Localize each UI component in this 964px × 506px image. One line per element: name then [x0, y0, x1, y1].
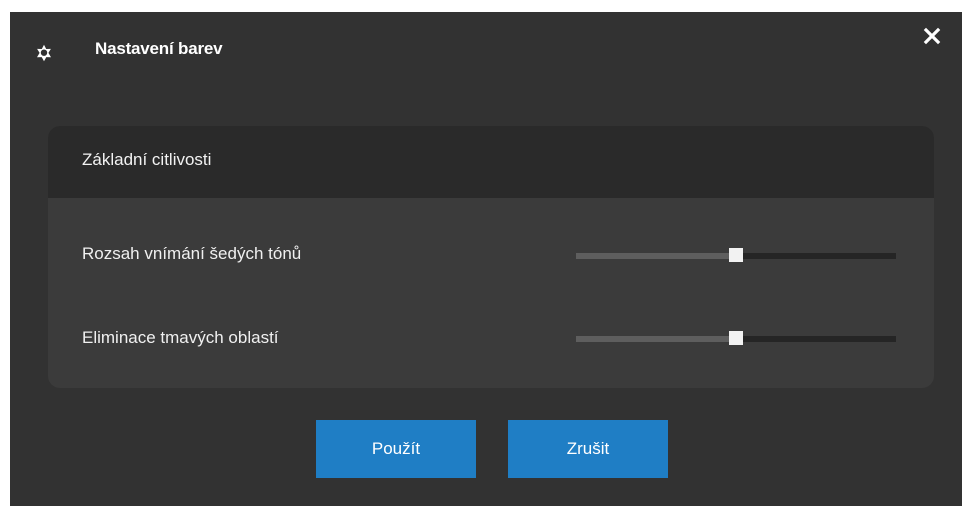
slider-fill [576, 336, 736, 342]
close-button[interactable] [920, 24, 946, 50]
grey-tone-range-slider[interactable] [576, 248, 896, 264]
group-header: Základní citlivosti [48, 126, 934, 198]
basic-sensitivity-group: Základní citlivosti Rozsah vnímání šedýc… [48, 126, 934, 388]
apply-button[interactable]: Použít [316, 420, 476, 478]
dialog-title: Nastavení barev [95, 39, 223, 58]
cancel-button[interactable]: Zrušit [508, 420, 668, 478]
slider-fill [576, 253, 736, 259]
close-icon [923, 27, 941, 45]
slider-thumb[interactable] [729, 248, 743, 262]
gear-icon [32, 41, 56, 65]
grey-tone-range-label: Rozsah vnímání šedých tónů [82, 244, 302, 263]
color-settings-dialog: Nastavení barev Základní citlivosti Rozs… [10, 12, 962, 506]
title-bar: Nastavení barev [10, 12, 962, 92]
dark-area-elimination-label: Eliminace tmavých oblastí [82, 328, 279, 347]
dark-area-elimination-slider[interactable] [576, 331, 896, 347]
slider-thumb[interactable] [729, 331, 743, 345]
group-title: Základní citlivosti [82, 150, 212, 169]
